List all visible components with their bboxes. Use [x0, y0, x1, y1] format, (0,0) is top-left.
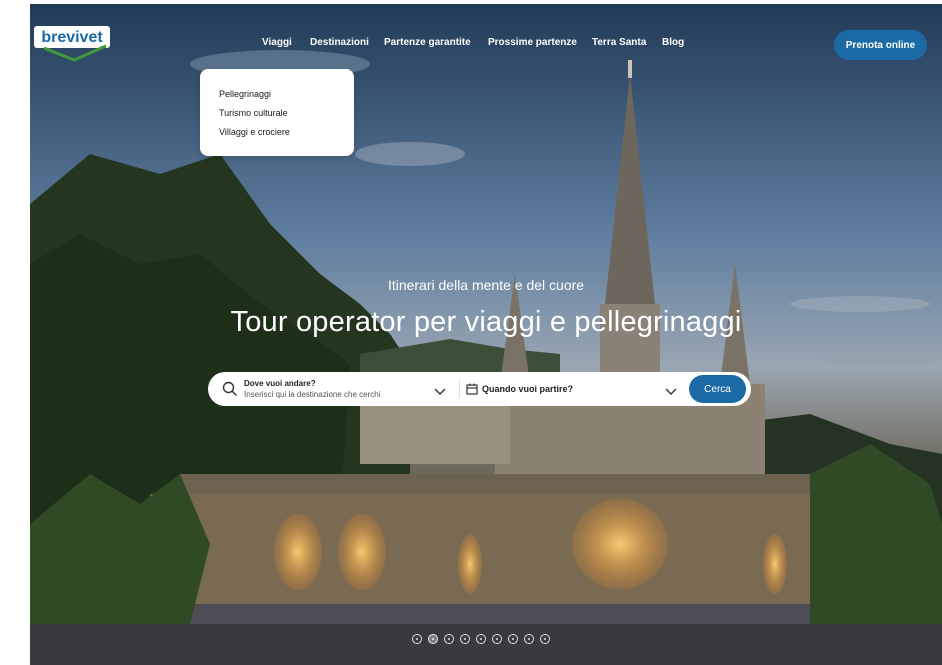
- calendar-icon: [466, 382, 478, 400]
- chevron-down-icon[interactable]: [665, 384, 677, 402]
- nav-item-prossime-partenze[interactable]: Prossime partenze: [488, 37, 577, 48]
- carousel-dot[interactable]: [444, 634, 454, 644]
- search-divider: [459, 380, 460, 398]
- hero-banner: brevivet Viaggi Destinazioni Partenze ga…: [30, 4, 942, 665]
- destination-input[interactable]: Inserisci qui la destinazione che cerchi: [244, 390, 381, 399]
- dropdown-item-villaggi-e-crociere[interactable]: Villaggi e crociere: [219, 127, 290, 137]
- departure-date-select[interactable]: Quando vuoi partire?: [482, 384, 573, 394]
- nav-item-blog[interactable]: Blog: [662, 37, 684, 48]
- dropdown-item-turismo-culturale[interactable]: Turismo culturale: [219, 108, 288, 118]
- search-bar: Dove vuoi andare? Inserisci qui la desti…: [208, 372, 751, 406]
- carousel-dot[interactable]: [428, 634, 438, 644]
- viaggi-dropdown-menu: Pellegrinaggi Turismo culturale Villaggi…: [200, 69, 354, 156]
- nav-item-partenze-garantite[interactable]: Partenze garantite: [384, 37, 471, 48]
- top-navigation-bar: brevivet Viaggi Destinazioni Partenze ga…: [30, 4, 942, 82]
- carousel-dot[interactable]: [412, 634, 422, 644]
- hero-headline: Tour operator per viaggi e pellegrinaggi: [230, 306, 742, 338]
- carousel-dot[interactable]: [508, 634, 518, 644]
- hero-tagline: Itinerari della mente e del cuore: [387, 277, 585, 293]
- search-submit-button[interactable]: Cerca: [689, 375, 746, 403]
- search-icon: [222, 381, 238, 402]
- nav-item-destinazioni[interactable]: Destinazioni: [310, 37, 369, 48]
- carousel-dot[interactable]: [524, 634, 534, 644]
- carousel-dot[interactable]: [540, 634, 550, 644]
- dropdown-item-pellegrinaggi[interactable]: Pellegrinaggi: [219, 89, 271, 99]
- destination-label: Dove vuoi andare?: [244, 379, 316, 388]
- carousel-dot[interactable]: [460, 634, 470, 644]
- carousel-pagination: [412, 634, 572, 648]
- carousel-dot[interactable]: [492, 634, 502, 644]
- chevron-down-icon[interactable]: [434, 384, 446, 402]
- nav-item-viaggi[interactable]: Viaggi: [262, 37, 292, 48]
- prenota-online-button[interactable]: Prenota online: [834, 30, 927, 60]
- carousel-dot[interactable]: [476, 634, 486, 644]
- main-nav: Viaggi Destinazioni Partenze garantite P…: [30, 37, 942, 57]
- nav-item-terra-santa[interactable]: Terra Santa: [592, 37, 646, 48]
